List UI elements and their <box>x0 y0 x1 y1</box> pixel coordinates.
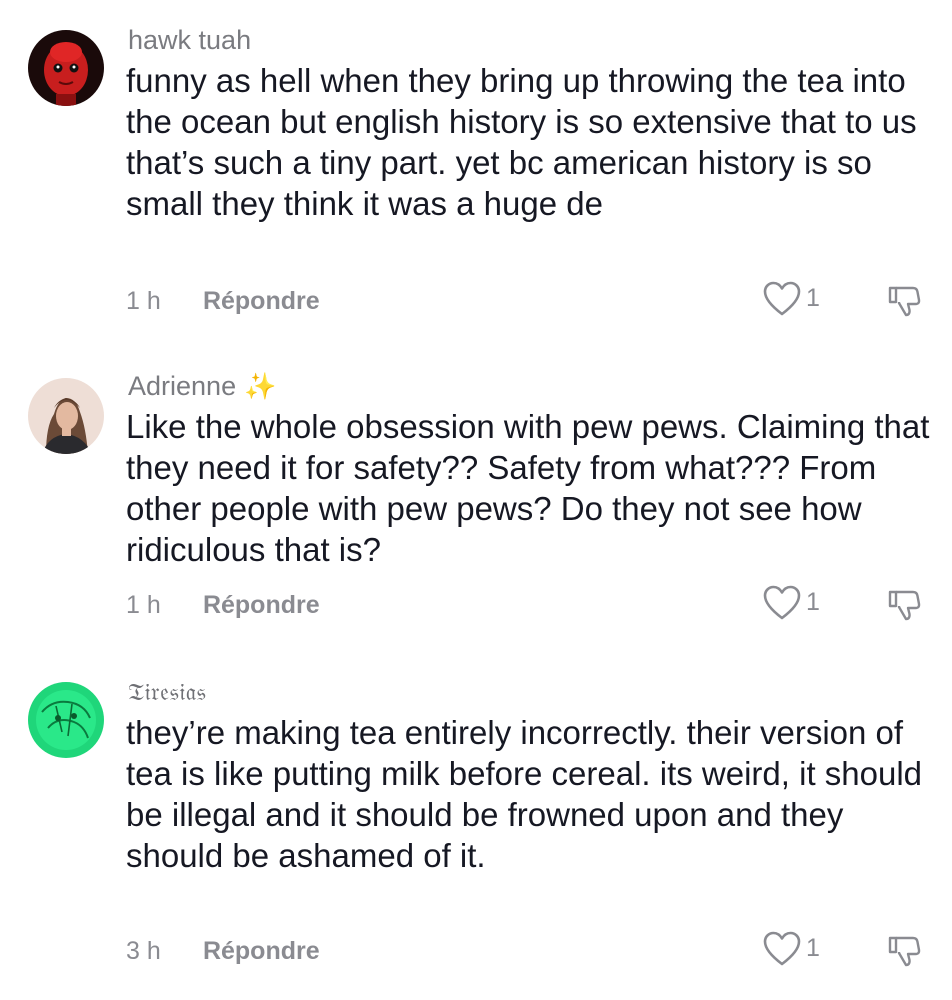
thumbs-down-icon <box>888 936 921 967</box>
like-count: 1 <box>806 284 820 312</box>
comment-text: they’re making tea entirely incorrectly.… <box>126 714 923 874</box>
reply-button[interactable]: Répondre <box>203 591 320 619</box>
dislike-button[interactable] <box>886 586 926 626</box>
like-count: 1 <box>806 934 820 962</box>
comment-username[interactable]: 𝔗𝔦𝔯𝔢𝔰𝔦𝔞𝔰 <box>128 676 206 708</box>
comment-username[interactable]: hawk tuah <box>128 24 251 56</box>
avatar[interactable] <box>28 378 104 454</box>
heart-icon <box>763 931 801 966</box>
dislike-button[interactable] <box>886 932 926 972</box>
comment-item: hawk tuah funny as hell when they bring … <box>0 0 952 340</box>
sparkle-icon: ✨ <box>244 371 277 401</box>
comment-text: funny as hell when they bring up throwin… <box>126 62 917 222</box>
avatar[interactable] <box>28 30 104 106</box>
comment-item: 𝔗𝔦𝔯𝔢𝔰𝔦𝔞𝔰 they’re making tea entirely inc… <box>0 660 952 1000</box>
reply-button[interactable]: Répondre <box>203 287 320 315</box>
like-count: 1 <box>806 588 820 616</box>
thumbs-down-icon <box>888 286 921 317</box>
thumbs-down-icon <box>888 590 921 621</box>
reply-button[interactable]: Répondre <box>203 937 320 965</box>
comment-meta: 1 h Répondre <box>126 590 320 620</box>
green-sketch-avatar-icon <box>28 682 104 758</box>
comment-username[interactable]: Adrienne ✨ <box>128 370 276 402</box>
comment-time: 1 h <box>126 591 161 619</box>
like-button[interactable]: 1 <box>762 930 852 970</box>
heart-icon <box>763 281 801 316</box>
comment-meta: 1 h Répondre <box>126 286 320 316</box>
comment-meta: 3 h Répondre <box>126 936 320 966</box>
dislike-button[interactable] <box>886 282 926 322</box>
like-button[interactable]: 1 <box>762 584 852 624</box>
red-face-avatar-icon <box>28 30 104 106</box>
heart-icon <box>763 585 801 620</box>
comment-text: Like the whole obsession with pew pews. … <box>126 408 930 568</box>
woman-photo-avatar-icon <box>28 378 104 454</box>
avatar[interactable] <box>28 682 104 758</box>
comment-time: 1 h <box>126 287 161 315</box>
comment-item: Adrienne ✨ Like the whole obsession with … <box>0 340 952 660</box>
comment-time: 3 h <box>126 937 161 965</box>
username-label[interactable]: Adrienne <box>128 371 236 401</box>
like-button[interactable]: 1 <box>762 280 852 320</box>
